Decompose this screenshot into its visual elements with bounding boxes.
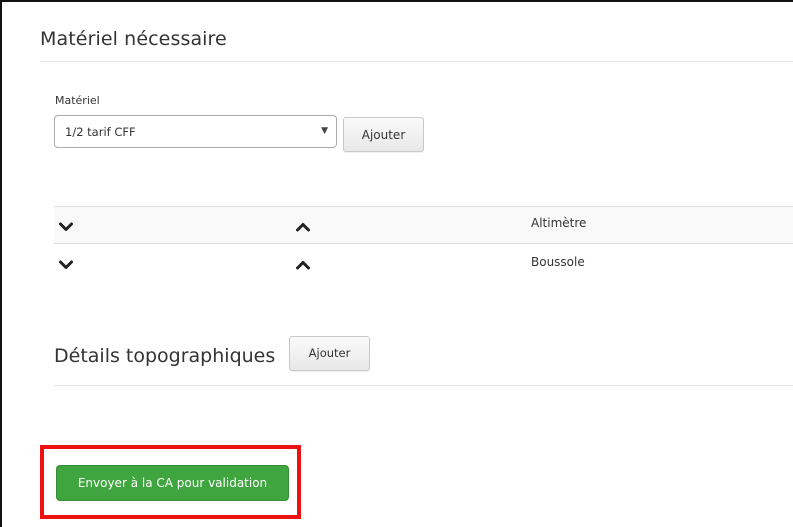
section-divider — [54, 385, 793, 386]
list-item: Boussole — [531, 255, 585, 269]
topo-section-title: Détails topographiques — [54, 345, 276, 367]
chevron-up-icon[interactable] — [296, 222, 310, 232]
section-divider — [40, 61, 793, 62]
materiel-select-value: 1/2 tarif CFF — [65, 125, 136, 139]
add-materiel-button[interactable]: Ajouter — [343, 117, 424, 152]
submit-validation-button[interactable]: Envoyer à la CA pour validation — [56, 465, 289, 501]
materiel-section-title: Matériel nécessaire — [40, 28, 227, 50]
chevron-down-icon[interactable] — [59, 260, 73, 270]
list-item: Altimètre — [531, 216, 587, 230]
add-topo-button[interactable]: Ajouter — [289, 336, 370, 371]
chevron-down-icon[interactable] — [59, 222, 73, 232]
materiel-field-label: Matériel — [55, 94, 100, 107]
chevron-up-icon[interactable] — [296, 260, 310, 270]
dropdown-caret-icon: ▼ — [321, 126, 328, 136]
table-row — [54, 206, 793, 244]
materiel-select[interactable]: 1/2 tarif CFF ▼ — [54, 115, 337, 148]
